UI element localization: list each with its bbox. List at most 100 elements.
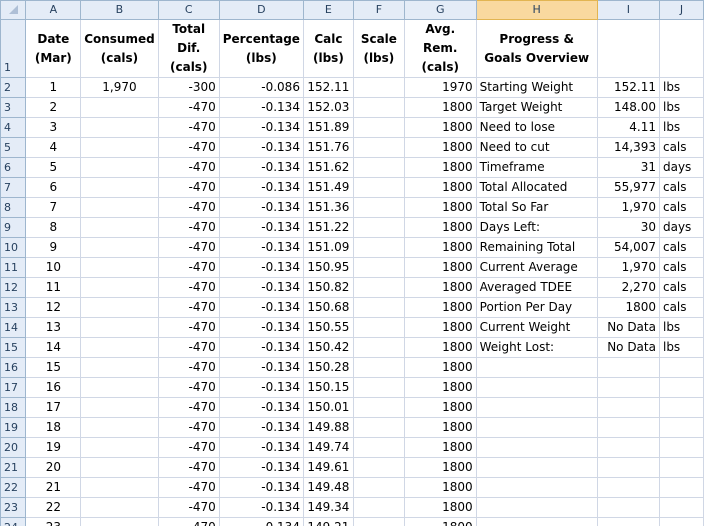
cell-g[interactable]: 1800 — [403, 117, 477, 138]
cell-d[interactable]: -0.134 — [218, 297, 304, 318]
cell-c[interactable]: -470 — [157, 297, 220, 318]
row-header[interactable]: 12 — [0, 277, 27, 298]
cell-h[interactable]: Current Weight — [475, 317, 598, 338]
cell-j[interactable] — [658, 417, 704, 438]
cell-e[interactable]: 150.01 — [302, 397, 354, 418]
cell-g[interactable]: 1800 — [403, 497, 477, 518]
cell-e[interactable]: 150.82 — [302, 277, 354, 298]
cell-b[interactable] — [80, 257, 159, 278]
row-header[interactable]: 18 — [0, 397, 27, 418]
cell-g[interactable]: 1800 — [403, 317, 477, 338]
cell-c[interactable]: -470 — [157, 397, 220, 418]
cell-j[interactable] — [658, 397, 704, 418]
cell-g[interactable]: 1800 — [403, 177, 477, 198]
header-cell-c[interactable]: Total Dif. (cals) — [157, 19, 220, 78]
cell-d[interactable]: -0.134 — [218, 317, 304, 338]
cell-b[interactable] — [80, 457, 159, 478]
cell-f[interactable] — [352, 157, 405, 178]
cell-g[interactable]: 1800 — [403, 197, 477, 218]
cell-g[interactable]: 1800 — [403, 437, 477, 458]
cell-e[interactable]: 150.95 — [302, 257, 354, 278]
cell-b[interactable] — [80, 97, 159, 118]
cell-g[interactable]: 1800 — [403, 217, 477, 238]
cell-j[interactable]: cals — [658, 177, 704, 198]
cell-e[interactable]: 151.49 — [302, 177, 354, 198]
row-header[interactable]: 17 — [0, 377, 27, 398]
cell-a[interactable]: 13 — [25, 317, 82, 338]
cell-e[interactable]: 151.36 — [302, 197, 354, 218]
cell-a[interactable]: 16 — [25, 377, 82, 398]
cell-h[interactable] — [475, 417, 598, 438]
cell-j[interactable]: lbs — [658, 317, 704, 338]
cell-e[interactable]: 150.42 — [302, 337, 354, 358]
cell-a[interactable]: 2 — [25, 97, 82, 118]
cell-b[interactable] — [80, 157, 159, 178]
cell-c[interactable]: -470 — [157, 377, 220, 398]
cell-c[interactable]: -470 — [157, 517, 220, 526]
cell-f[interactable] — [352, 277, 405, 298]
cell-f[interactable] — [352, 257, 405, 278]
row-header[interactable]: 10 — [0, 237, 27, 258]
cell-f[interactable] — [352, 517, 405, 526]
cell-h[interactable] — [475, 377, 598, 398]
cell-j[interactable] — [658, 457, 704, 478]
header-cell-e[interactable]: Calc (lbs) — [302, 19, 354, 78]
cell-a[interactable]: 7 — [25, 197, 82, 218]
cell-g[interactable]: 1800 — [403, 297, 477, 318]
cell-j[interactable] — [658, 517, 704, 526]
cell-h[interactable]: Timeframe — [475, 157, 598, 178]
cell-j[interactable]: days — [658, 157, 704, 178]
cell-i[interactable]: 1800 — [596, 297, 660, 318]
cell-c[interactable]: -470 — [157, 197, 220, 218]
cell-h[interactable]: Target Weight — [475, 97, 598, 118]
cell-c[interactable]: -470 — [157, 117, 220, 138]
row-header[interactable]: 21 — [0, 457, 27, 478]
cell-f[interactable] — [352, 497, 405, 518]
cell-j[interactable]: cals — [658, 197, 704, 218]
cell-h[interactable] — [475, 457, 598, 478]
row-header[interactable]: 1 — [0, 19, 27, 78]
cell-d[interactable]: -0.086 — [218, 77, 304, 98]
row-header[interactable]: 14 — [0, 317, 27, 338]
row-header[interactable]: 24 — [0, 517, 27, 526]
cell-h[interactable] — [475, 397, 598, 418]
cell-d[interactable]: -0.134 — [218, 217, 304, 238]
cell-j[interactable]: cals — [658, 297, 704, 318]
cell-j[interactable] — [658, 357, 704, 378]
cell-c[interactable]: -470 — [157, 437, 220, 458]
cell-a[interactable]: 1 — [25, 77, 82, 98]
row-header[interactable]: 16 — [0, 357, 27, 378]
cell-f[interactable] — [352, 457, 405, 478]
cell-d[interactable]: -0.134 — [218, 277, 304, 298]
row-header[interactable]: 22 — [0, 477, 27, 498]
header-cell-d[interactable]: Percentage (lbs) — [218, 19, 304, 78]
cell-b[interactable] — [80, 137, 159, 158]
cell-h[interactable]: Averaged TDEE — [475, 277, 598, 298]
cell-h[interactable]: Current Average — [475, 257, 598, 278]
cell-d[interactable]: -0.134 — [218, 257, 304, 278]
cell-a[interactable]: 22 — [25, 497, 82, 518]
cell-g[interactable]: 1800 — [403, 457, 477, 478]
cell-i[interactable]: 54,007 — [596, 237, 660, 258]
cell-d[interactable]: -0.134 — [218, 377, 304, 398]
cell-j[interactable]: lbs — [658, 77, 704, 98]
cell-d[interactable]: -0.134 — [218, 417, 304, 438]
cell-g[interactable]: 1800 — [403, 257, 477, 278]
cell-a[interactable]: 9 — [25, 237, 82, 258]
cell-a[interactable]: 5 — [25, 157, 82, 178]
cell-i[interactable]: 2,270 — [596, 277, 660, 298]
cell-i[interactable] — [596, 417, 660, 438]
cell-j[interactable]: cals — [658, 277, 704, 298]
cell-f[interactable] — [352, 97, 405, 118]
cell-b[interactable] — [80, 177, 159, 198]
cell-h[interactable]: Need to cut — [475, 137, 598, 158]
cell-f[interactable] — [352, 337, 405, 358]
cell-c[interactable]: -470 — [157, 417, 220, 438]
cell-d[interactable]: -0.134 — [218, 237, 304, 258]
cell-i[interactable] — [596, 457, 660, 478]
cell-e[interactable]: 149.74 — [302, 437, 354, 458]
cell-c[interactable]: -300 — [157, 77, 220, 98]
cell-f[interactable] — [352, 137, 405, 158]
cell-h[interactable]: Days Left: — [475, 217, 598, 238]
cell-f[interactable] — [352, 377, 405, 398]
